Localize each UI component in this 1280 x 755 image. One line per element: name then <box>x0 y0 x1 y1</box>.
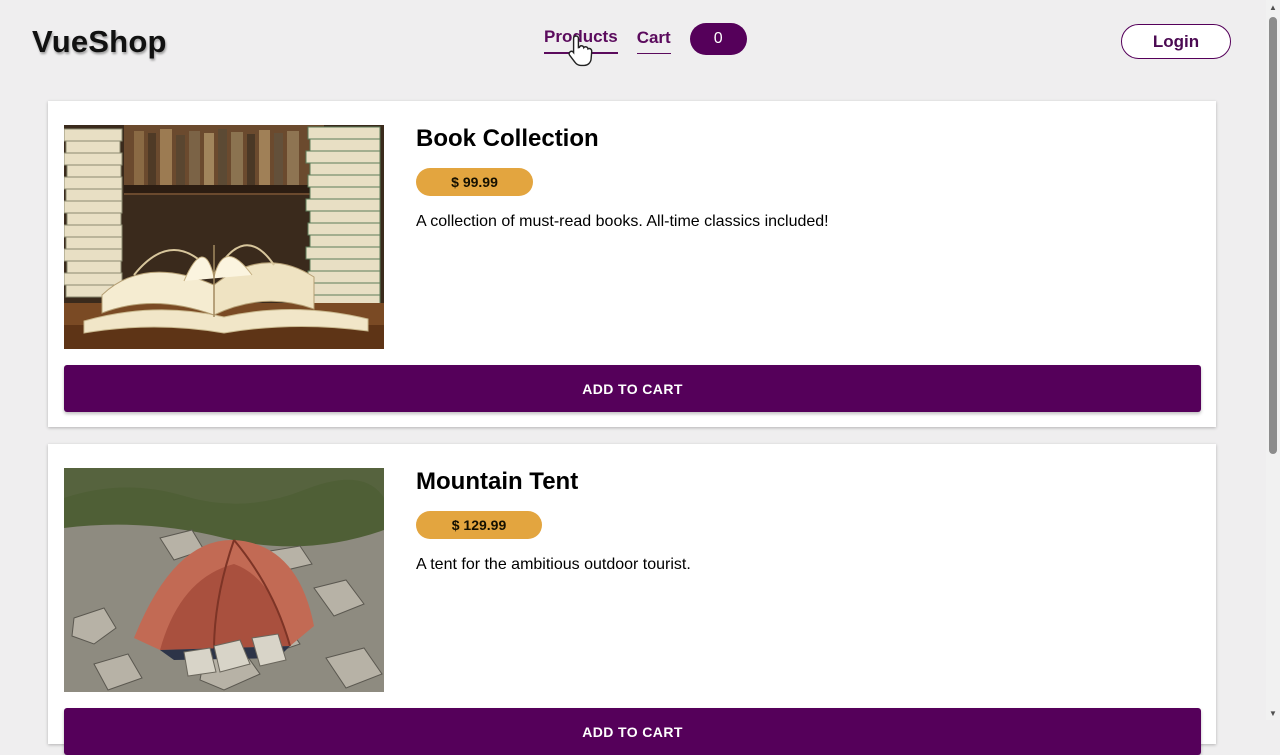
scroll-up-arrow-icon[interactable]: ▲ <box>1266 0 1280 14</box>
product-title: Mountain Tent <box>416 468 579 495</box>
price-badge: $ 99.99 <box>416 168 533 196</box>
top-navbar: VueShop Products Cart 0 Login <box>0 0 1266 88</box>
scroll-down-arrow-icon[interactable]: ▼ <box>1266 706 1280 720</box>
product-description: A collection of must-read books. All-tim… <box>416 213 829 230</box>
cart-count-badge[interactable]: 0 <box>689 23 747 55</box>
add-to-cart-button[interactable]: ADD TO CART <box>64 365 1201 412</box>
price-badge: $ 129.99 <box>416 511 542 539</box>
main-nav: Products Cart 0 <box>544 23 747 55</box>
nav-products-link[interactable]: Products <box>544 27 618 54</box>
add-to-cart-button[interactable]: ADD TO CART <box>64 708 1201 755</box>
product-image-tent[interactable] <box>64 468 384 692</box>
product-image-books[interactable] <box>64 125 384 349</box>
product-card: Book Collection $ 99.99 A collection of … <box>48 101 1216 427</box>
product-title: Book Collection <box>416 125 599 152</box>
login-button[interactable]: Login <box>1121 24 1231 59</box>
scrollbar-thumb[interactable] <box>1269 17 1277 454</box>
vertical-scrollbar[interactable]: ▲ ▼ <box>1266 0 1280 720</box>
product-description: A tent for the ambitious outdoor tourist… <box>416 556 691 573</box>
product-card: Mountain Tent $ 129.99 A tent for the am… <box>48 444 1216 755</box>
brand-logo[interactable]: VueShop <box>32 24 167 60</box>
nav-cart-link[interactable]: Cart <box>636 28 671 54</box>
